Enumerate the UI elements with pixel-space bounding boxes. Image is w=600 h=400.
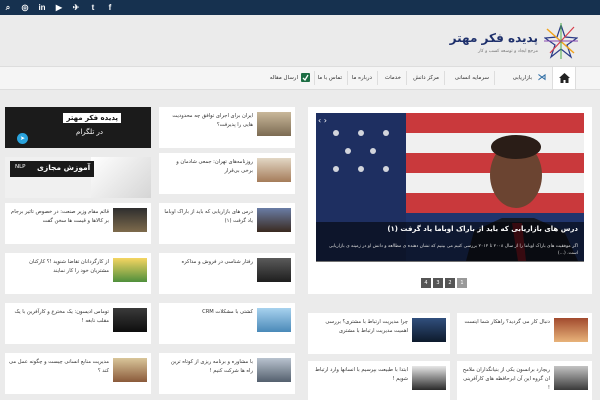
slider-page[interactable]: 4: [421, 278, 431, 288]
article-thumbnail: [113, 358, 147, 382]
article-card[interactable]: با مشاوره و برنامه ریزی از کوتاه ترین را…: [159, 353, 295, 394]
article-card[interactable]: قائم مقام وزیر صنعت: در خصوص تاثیر برجام…: [5, 203, 151, 244]
article-thumbnail: [257, 208, 291, 232]
article-title[interactable]: درس های بازاریابی که باید از باراک اوبام…: [163, 208, 253, 226]
article-card[interactable]: از کارگردانان تقاضا شنوید !؟ کارکنان مشت…: [5, 253, 151, 294]
hero-slider[interactable]: ‹ › درس های بازاریابی که باید از باراک ا…: [308, 107, 592, 294]
nav-divider: [314, 71, 315, 85]
article-title[interactable]: ریچارد برانسون یکی از بنیانگذاران ملامح …: [461, 366, 550, 393]
slider-pagination: 4 3 2 1: [421, 278, 467, 288]
article-title[interactable]: از کارگردانان تقاضا شنوید !؟ کارکنان مشت…: [9, 258, 109, 276]
site-tagline: مرجع ایجاد و توسعه کسب و کار: [478, 49, 538, 54]
article-thumbnail: [257, 158, 291, 182]
article-card[interactable]: چرا مدیریت ارتباط با مشتری؟ بررسی اهمیت …: [308, 313, 450, 354]
article-card[interactable]: دنبال کار می گردید؟ راهکار شما اینست: [457, 313, 592, 354]
article-card[interactable]: توماس ادیسون: یک مخترع و کارآفرین با یک …: [5, 303, 151, 344]
article-thumbnail: [113, 208, 147, 232]
article-thumbnail: [113, 308, 147, 332]
social-icons: ⌕ ◎ in ▶ ✈ t f: [4, 0, 114, 15]
linkedin-icon[interactable]: in: [38, 0, 46, 15]
nav-item-about[interactable]: درباره ما: [352, 67, 372, 89]
article-card[interactable]: ایران برای اجرای توافق چه محدودیت هایی ر…: [159, 107, 295, 148]
telegram-icon: ➤: [17, 133, 28, 144]
article-card[interactable]: رفتار شناسی در فروش و مذاکره: [159, 253, 295, 294]
article-thumbnail: [113, 258, 147, 282]
online-training-banner[interactable]: NLP آموزش مجازی: [5, 157, 151, 198]
hero-title[interactable]: درس های بازاریابی که باید از باراک اوبام…: [387, 225, 578, 233]
article-title[interactable]: رفتار شناسی در فروش و مذاکره: [163, 258, 253, 267]
article-thumbnail: [412, 318, 446, 342]
nav-divider: [406, 71, 407, 85]
article-thumbnail: [554, 318, 588, 342]
site-name: پدیده فکر مهتر: [449, 31, 538, 45]
nav-item-send-article[interactable]: ارسال مقاله: [270, 67, 298, 89]
article-thumbnail: [257, 258, 291, 282]
nav-item-knowledge-center[interactable]: مرکز دانش: [413, 67, 439, 89]
nav-feature-icon[interactable]: ⋊: [537, 72, 547, 84]
telegram-banner[interactable]: پدیده فکر مهتر در تلگرام ➤: [5, 107, 151, 148]
article-card[interactable]: کشتی با مشکلات CRM: [159, 303, 295, 344]
article-thumbnail: [554, 366, 588, 390]
nav-divider: [444, 71, 445, 85]
article-thumbnail: [257, 358, 291, 382]
hero-caption: درس های بازاریابی که باید از باراک اوبام…: [316, 222, 584, 262]
slider-page-active[interactable]: 1: [457, 278, 467, 288]
article-title[interactable]: دنبال کار می گردید؟ راهکار شما اینست: [461, 318, 550, 327]
nlp-label: NLP: [15, 164, 26, 170]
send-article-icon: [301, 73, 310, 82]
article-title[interactable]: قائم مقام وزیر صنعت: در خصوص تاثیر برجام…: [9, 208, 109, 226]
article-card[interactable]: ابتدا با طبیعت بپرسیم با انسانها وارد ار…: [308, 361, 450, 400]
article-thumbnail: [257, 308, 291, 332]
slider-page[interactable]: 2: [445, 278, 455, 288]
training-title: آموزش مجازی: [37, 163, 91, 172]
article-title[interactable]: چرا مدیریت ارتباط با مشتری؟ بررسی اهمیت …: [312, 318, 408, 336]
article-title[interactable]: با مشاوره و برنامه ریزی از کوتاه ترین را…: [163, 358, 253, 376]
logo-mark-icon: [544, 23, 578, 59]
telegram-icon[interactable]: ✈: [72, 0, 80, 15]
youtube-icon[interactable]: ▶: [55, 0, 63, 15]
nav-item-marketing[interactable]: بازاریابی: [513, 67, 532, 89]
article-title[interactable]: روزنامه‌های تهران: جمعی شادمان و برخی بی…: [163, 158, 253, 176]
slider-arrows[interactable]: ‹ ›: [318, 116, 327, 125]
banner-image: [91, 157, 151, 198]
telegram-banner-title: پدیده فکر مهتر: [63, 113, 121, 123]
nav-divider: [377, 71, 378, 85]
article-title[interactable]: ابتدا با طبیعت بپرسیم با انسانها وارد ار…: [312, 366, 408, 384]
nav-divider: [494, 71, 495, 85]
home-icon: [558, 73, 570, 83]
article-card[interactable]: ریچارد برانسون یکی از بنیانگذاران ملامح …: [457, 361, 592, 400]
article-thumbnail: [257, 112, 291, 136]
facebook-icon[interactable]: f: [106, 0, 114, 15]
article-card[interactable]: مدیریت منابع انسانی چیست و چگونه عمل می …: [5, 353, 151, 394]
nav-divider: [347, 71, 348, 85]
article-title[interactable]: کشتی با مشکلات CRM: [163, 308, 253, 317]
home-button[interactable]: [552, 67, 576, 89]
article-card[interactable]: روزنامه‌های تهران: جمعی شادمان و برخی بی…: [159, 153, 295, 194]
article-card[interactable]: درس های بازاریابی که باید از باراک اوبام…: [159, 203, 295, 244]
nav-item-human-capital[interactable]: سرمایه انسانی: [455, 67, 489, 89]
site-logo[interactable]: پدیده فکر مهتر مرجع ایجاد و توسعه کسب و …: [450, 23, 578, 63]
search-icon[interactable]: ⌕: [4, 0, 12, 15]
nav-item-contact[interactable]: تماس با ما: [318, 67, 342, 89]
hero-description: اگر موفقیت های باراک اوباما را از سال ۲۰…: [328, 244, 578, 256]
site-header: پدیده فکر مهتر مرجع ایجاد و توسعه کسب و …: [0, 15, 600, 67]
slider-page[interactable]: 3: [433, 278, 443, 288]
telegram-banner-subtitle: در تلگرام: [76, 128, 103, 136]
nav-item-services[interactable]: خدمات: [385, 67, 401, 89]
main-nav: ⋊ بازاریابی سرمایه انسانی مرکز دانش خدما…: [0, 66, 600, 90]
article-title[interactable]: ایران برای اجرای توافق چه محدودیت هایی ر…: [163, 112, 253, 130]
twitter-icon[interactable]: t: [89, 0, 97, 15]
article-thumbnail: [412, 366, 446, 390]
article-title[interactable]: مدیریت منابع انسانی چیست و چگونه عمل می …: [9, 358, 109, 376]
article-title[interactable]: توماس ادیسون: یک مخترع و کارآفرین با یک …: [9, 308, 109, 326]
social-topbar: ⌕ ◎ in ▶ ✈ t f: [0, 0, 600, 15]
instagram-icon[interactable]: ◎: [21, 0, 29, 15]
